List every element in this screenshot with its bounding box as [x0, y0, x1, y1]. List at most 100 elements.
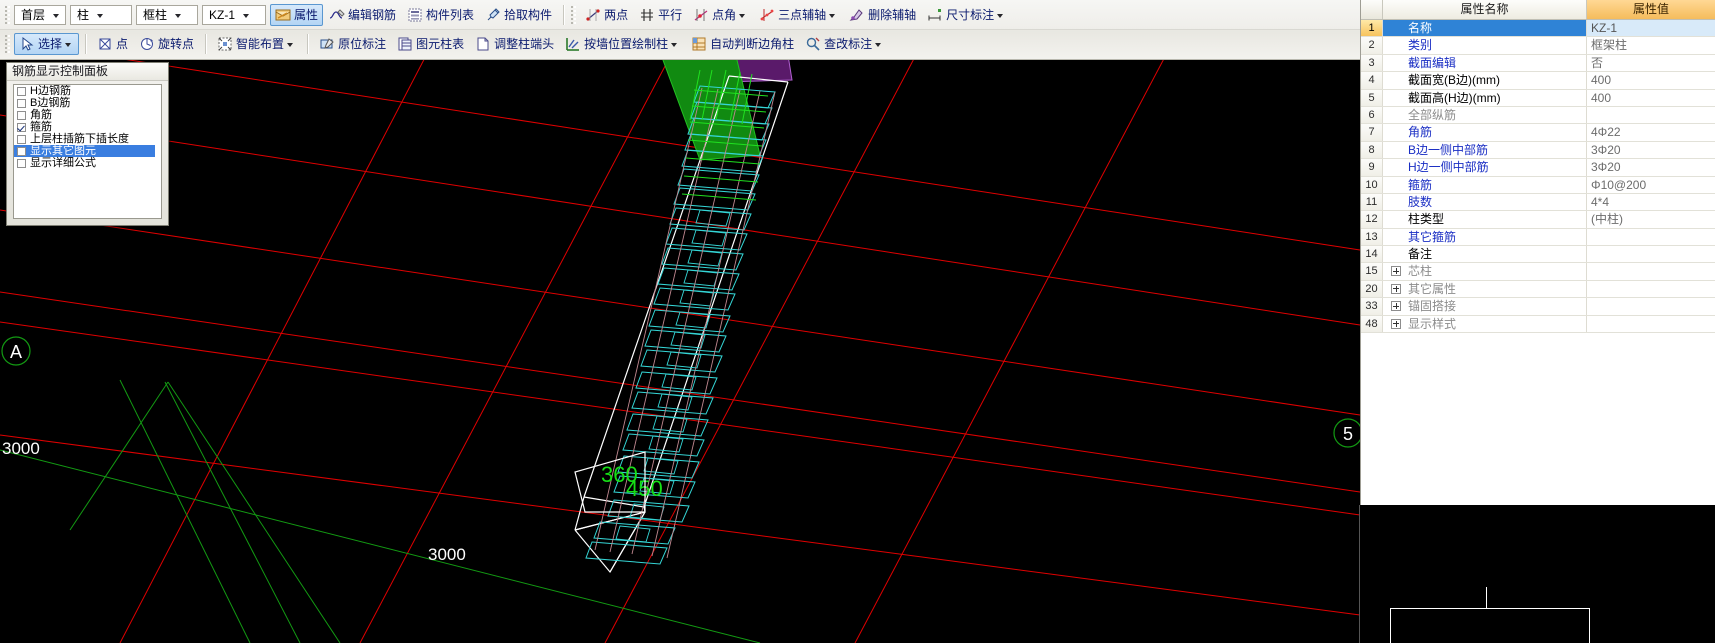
bottom-right-canvas-region[interactable]: [1359, 505, 1715, 643]
parallel-axis-button[interactable]: 平行: [634, 4, 687, 26]
rebar-option-b-side[interactable]: B边钢筋: [14, 97, 161, 109]
row-value[interactable]: (中柱): [1587, 211, 1715, 227]
row-value[interactable]: 框架柱: [1587, 37, 1715, 53]
draw-column-by-wall-button[interactable]: 按墙位置绘制柱: [560, 33, 685, 55]
adjust-column-head-button[interactable]: 调整柱端头: [470, 33, 559, 55]
three-point-axis-button[interactable]: 三点辅轴: [754, 4, 843, 26]
chevron-down-icon[interactable]: [737, 6, 748, 24]
row-value[interactable]: 4*4: [1587, 194, 1715, 210]
expand-icon[interactable]: [1391, 266, 1401, 277]
rebar-option-label: 显示详细公式: [30, 157, 96, 169]
row-value[interactable]: 400: [1587, 90, 1715, 106]
chevron-down-icon[interactable]: [827, 6, 838, 24]
property-row-section-edit[interactable]: 3 截面编辑 否: [1361, 54, 1715, 73]
checkbox-icon[interactable]: [17, 158, 26, 168]
property-row-h-side-middle-rebar[interactable]: 9 H边一侧中部筋 3Φ20: [1361, 159, 1715, 177]
row-value[interactable]: 400: [1587, 72, 1715, 88]
select-button[interactable]: 选择: [14, 33, 80, 55]
row-value[interactable]: [1587, 246, 1715, 262]
property-row-remark[interactable]: 14 备注: [1361, 246, 1715, 264]
floor-selector[interactable]: 首层: [14, 4, 66, 25]
rotate-point-button[interactable]: 旋转点: [134, 33, 199, 55]
expand-icon[interactable]: [1391, 318, 1401, 329]
toolbar-grip[interactable]: [4, 34, 11, 54]
chevron-down-icon[interactable]: [63, 35, 74, 53]
pick-component-button[interactable]: 拾取构件: [480, 4, 557, 26]
chevron-down-icon[interactable]: [873, 35, 884, 53]
checkbox-icon[interactable]: [17, 134, 26, 144]
rebar-option-corner[interactable]: 角筋: [14, 109, 161, 121]
row-value[interactable]: 否: [1587, 55, 1715, 71]
chevron-down-icon[interactable]: [285, 35, 296, 53]
row-value[interactable]: 4Φ22: [1587, 124, 1715, 140]
property-row-corner-rebar[interactable]: 7 角筋 4Φ22: [1361, 124, 1715, 142]
row-value[interactable]: KZ-1: [1587, 20, 1715, 37]
properties-button[interactable]: 属性: [270, 3, 324, 26]
chevron-down-icon[interactable]: [995, 6, 1006, 24]
property-row-core-column[interactable]: 15 芯柱: [1361, 263, 1715, 281]
rebar-option-show-other-elements[interactable]: 显示其它图元: [14, 145, 155, 157]
rebar-option-stirrup[interactable]: 箍筋: [14, 121, 161, 133]
smart-layout-button[interactable]: 智能布置: [212, 33, 301, 55]
row-value[interactable]: [1587, 298, 1715, 314]
edit-rebar-button[interactable]: 编辑钢筋: [324, 4, 401, 26]
row-value[interactable]: [1587, 107, 1715, 123]
point-angle-axis-button[interactable]: 点角: [688, 4, 753, 26]
property-row-b-side-middle-rebar[interactable]: 8 B边一侧中部筋 3Φ20: [1361, 141, 1715, 160]
chevron-down-icon[interactable]: [171, 6, 186, 24]
delete-aux-axis-button[interactable]: 删除辅轴: [844, 4, 921, 26]
checkbox-checked-icon[interactable]: [17, 122, 26, 132]
property-row-column-type[interactable]: 12 柱类型 (中柱): [1361, 211, 1715, 229]
row-label: 类别: [1383, 37, 1587, 54]
property-panel[interactable]: 属性名称 属性值 1 名称 KZ-1 2 类别 框架柱 3 截面编辑 否 4 截…: [1360, 0, 1715, 505]
chevron-down-icon[interactable]: [93, 6, 108, 24]
auto-judge-corner-column-button[interactable]: 自动判断边角柱: [686, 33, 799, 55]
expand-icon[interactable]: [1391, 283, 1401, 294]
dimension-button[interactable]: 尺寸标注: [922, 4, 1011, 26]
properties-button-label: 属性: [294, 7, 319, 22]
checkbox-icon[interactable]: [17, 146, 26, 156]
property-row-category[interactable]: 2 类别 框架柱: [1361, 37, 1715, 55]
expand-icon[interactable]: [1391, 301, 1401, 312]
checkbox-icon[interactable]: [17, 110, 26, 120]
rebar-display-control-panel[interactable]: 钢筋显示控制面板 H边钢筋 B边钢筋 角筋 箍筋 上层柱插筋下插长度 显示其它图…: [6, 62, 169, 226]
property-row-stirrup[interactable]: 10 箍筋 Φ10@200: [1361, 176, 1715, 194]
checkbox-icon[interactable]: [17, 98, 26, 108]
property-row-name[interactable]: 1 名称 KZ-1: [1361, 20, 1715, 38]
row-value[interactable]: [1587, 229, 1715, 245]
two-point-axis-button[interactable]: 两点: [580, 4, 633, 26]
property-row-section-width[interactable]: 4 截面宽(B边)(mm) 400: [1361, 72, 1715, 90]
chevron-down-icon[interactable]: [239, 6, 254, 24]
row-value[interactable]: [1587, 281, 1715, 297]
rebar-option-upper-column-dowel-length[interactable]: 上层柱插筋下插长度: [14, 133, 161, 145]
property-row-section-height[interactable]: 5 截面高(H边)(mm) 400: [1361, 89, 1715, 107]
component-list-button[interactable]: 构件列表: [402, 4, 479, 26]
chevron-down-icon[interactable]: [49, 6, 64, 24]
property-row-anchorage-lap[interactable]: 33 锚固搭接: [1361, 298, 1715, 316]
drawing-canvas[interactable]: A 5 3000 3000 360 450: [0, 60, 1360, 643]
insitu-annotation-button[interactable]: 原位标注: [314, 33, 391, 55]
check-edit-annotation-button[interactable]: 查改标注: [800, 33, 889, 55]
toolbar-grip[interactable]: [4, 4, 11, 25]
row-value[interactable]: Φ10@200: [1587, 177, 1715, 193]
row-value[interactable]: [1587, 263, 1715, 279]
property-row-leg-count[interactable]: 11 肢数 4*4: [1361, 193, 1715, 212]
property-row-all-longitudinal-rebar[interactable]: 6 全部纵筋: [1361, 106, 1715, 125]
checkbox-icon[interactable]: [17, 86, 26, 96]
category-selector[interactable]: 柱: [70, 4, 132, 25]
rebar-option-h-side[interactable]: H边钢筋: [14, 85, 161, 97]
rebar-option-show-detailed-formula[interactable]: 显示详细公式: [14, 157, 161, 169]
rebar-panel-list[interactable]: H边钢筋 B边钢筋 角筋 箍筋 上层柱插筋下插长度 显示其它图元 显示详细公式: [13, 84, 162, 219]
element-column-table-button[interactable]: 图元柱表: [392, 33, 469, 55]
row-value[interactable]: 3Φ20: [1587, 142, 1715, 158]
chevron-down-icon[interactable]: [669, 35, 680, 53]
component-selector[interactable]: KZ-1: [202, 4, 266, 25]
row-value[interactable]: 3Φ20: [1587, 159, 1715, 175]
property-row-other-stirrup[interactable]: 13 其它箍筋: [1361, 228, 1715, 247]
subcategory-selector[interactable]: 框柱: [136, 4, 198, 25]
row-value[interactable]: [1587, 316, 1715, 332]
property-row-other-properties[interactable]: 20 其它属性: [1361, 280, 1715, 299]
toolbar-grip[interactable]: [570, 4, 578, 25]
point-button[interactable]: 点: [92, 33, 133, 55]
property-row-display-style[interactable]: 48 显示样式: [1361, 315, 1715, 334]
